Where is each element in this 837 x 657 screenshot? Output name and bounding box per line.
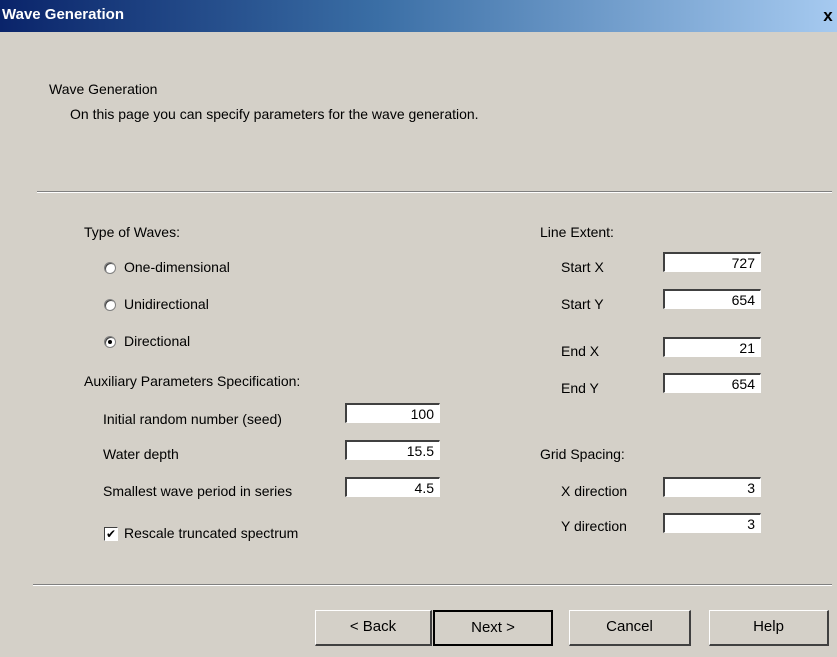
radio-directional-label: Directional — [124, 333, 191, 349]
top-separator — [37, 191, 832, 193]
close-icon[interactable]: x — [818, 5, 837, 27]
start-x-input[interactable]: 727 — [663, 252, 761, 272]
rescale-checkbox-label: Rescale truncated spectrum — [124, 525, 299, 541]
radio-unidirectional[interactable]: Unidirectional — [104, 296, 324, 316]
auxiliary-parameters-label: Auxiliary Parameters Specification: — [84, 373, 301, 389]
smallest-period-label: Smallest wave period in series — [103, 483, 293, 499]
rescale-checkbox[interactable]: ✔ Rescale truncated spectrum — [104, 525, 364, 545]
rescale-checkbox-box[interactable]: ✔ — [104, 527, 118, 541]
start-y-input[interactable]: 654 — [663, 289, 761, 309]
start-x-label: Start X — [561, 259, 604, 275]
end-y-label: End Y — [561, 380, 599, 396]
back-button[interactable]: < Back — [315, 610, 432, 646]
type-of-waves-label: Type of Waves: — [84, 224, 180, 240]
radio-one-dimensional-label: One-dimensional — [124, 259, 230, 275]
radio-unidirectional-dot[interactable] — [104, 299, 116, 311]
radio-one-dimensional-dot[interactable] — [104, 262, 116, 274]
radio-directional-dot[interactable] — [104, 336, 116, 348]
window-title: Wave Generation — [2, 6, 124, 23]
title-bar: Wave Generation x — [0, 0, 837, 32]
x-direction-input[interactable]: 3 — [663, 477, 761, 497]
next-button[interactable]: Next > — [433, 610, 553, 646]
end-y-input[interactable]: 654 — [663, 373, 761, 393]
grid-spacing-label: Grid Spacing: — [540, 446, 625, 462]
smallest-period-input[interactable]: 4.5 — [345, 477, 440, 497]
start-y-label: Start Y — [561, 296, 604, 312]
help-button[interactable]: Help — [709, 610, 829, 646]
end-x-input[interactable]: 21 — [663, 337, 761, 357]
seed-label: Initial random number (seed) — [103, 411, 282, 427]
page-description: On this page you can specify parameters … — [70, 106, 479, 122]
x-direction-label: X direction — [561, 483, 628, 499]
y-direction-input[interactable]: 3 — [663, 513, 761, 533]
water-depth-input[interactable]: 15.5 — [345, 440, 440, 460]
radio-unidirectional-label: Unidirectional — [124, 296, 209, 312]
water-depth-label: Water depth — [103, 446, 179, 462]
radio-one-dimensional[interactable]: One-dimensional — [104, 259, 324, 279]
seed-input[interactable]: 100 — [345, 403, 440, 423]
bottom-separator — [33, 584, 832, 586]
y-direction-label: Y direction — [561, 518, 627, 534]
end-x-label: End X — [561, 343, 600, 359]
radio-directional[interactable]: Directional — [104, 333, 324, 353]
cancel-button[interactable]: Cancel — [569, 610, 691, 646]
page-heading: Wave Generation — [49, 81, 158, 97]
line-extent-label: Line Extent: — [540, 224, 614, 240]
